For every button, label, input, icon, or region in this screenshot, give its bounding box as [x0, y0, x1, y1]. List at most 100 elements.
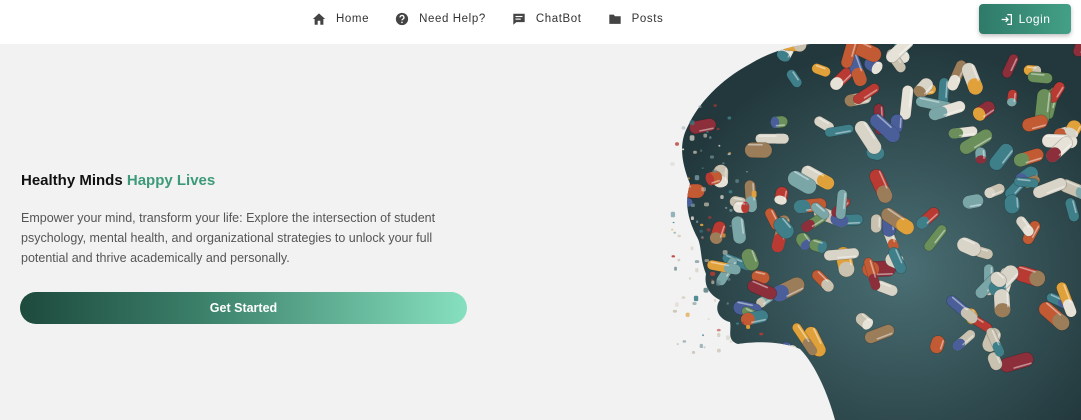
fragment — [700, 223, 704, 227]
pill — [744, 142, 773, 159]
main-nav: Home Need Help? ChatBot Posts — [312, 0, 689, 38]
pill — [777, 344, 799, 374]
pill — [682, 336, 704, 352]
fragment — [701, 187, 706, 192]
fragment — [696, 220, 699, 223]
login-icon — [1001, 13, 1012, 25]
pill-head-illustration — [670, 44, 1081, 420]
pill — [974, 146, 987, 164]
nav-label: ChatBot — [535, 13, 582, 25]
fragment — [717, 333, 721, 337]
fragment — [735, 179, 739, 183]
fragment — [704, 202, 709, 207]
top-navbar: Home Need Help? ChatBot Posts Login — [0, 0, 1081, 44]
fragment — [670, 162, 675, 166]
hero-title-main: Healthy Minds — [21, 172, 123, 189]
pill — [682, 94, 689, 125]
fragment — [713, 104, 717, 107]
fragment — [746, 171, 748, 173]
fragment — [727, 153, 731, 156]
hero-title-accent: Happy Lives — [126, 172, 216, 189]
fragment — [672, 221, 675, 224]
fragment — [725, 206, 728, 209]
fragment — [702, 334, 704, 337]
pill — [1027, 71, 1053, 84]
pill — [732, 201, 750, 214]
fragment — [691, 351, 696, 354]
fragment — [728, 190, 733, 194]
fragment — [722, 250, 728, 255]
fragment — [741, 321, 745, 324]
fragment — [704, 259, 710, 263]
fragment — [726, 302, 729, 305]
nav-item-need-help[interactable]: Need Help? — [395, 12, 486, 26]
pill — [770, 115, 789, 129]
fragment — [726, 335, 730, 340]
nav-item-posts[interactable]: Posts — [608, 12, 664, 26]
fragment — [694, 175, 700, 181]
fragment — [729, 224, 733, 228]
fragment — [689, 120, 695, 126]
fragment — [694, 260, 700, 264]
fragment — [703, 287, 709, 293]
pill — [993, 288, 1011, 318]
chat-icon — [513, 13, 525, 25]
fragment — [716, 127, 720, 131]
fragment — [676, 343, 679, 345]
fragment — [690, 203, 695, 208]
fragment — [691, 216, 694, 221]
nav-label: Posts — [631, 13, 664, 25]
fragment — [671, 255, 676, 258]
login-button[interactable]: Login — [979, 4, 1071, 34]
fragment — [682, 340, 687, 343]
fragment — [698, 105, 702, 108]
fragment — [688, 277, 692, 280]
fragment — [692, 302, 697, 306]
fragment — [759, 332, 764, 336]
fragment — [701, 167, 704, 169]
fragment — [706, 130, 709, 134]
fragment — [685, 312, 690, 317]
fragment — [745, 203, 748, 206]
fragment — [711, 280, 715, 285]
fragment — [717, 348, 721, 353]
fragment — [709, 136, 712, 139]
pill — [682, 341, 702, 361]
fragment — [711, 279, 714, 281]
pill — [682, 183, 705, 199]
fragment — [672, 309, 678, 313]
fragment — [693, 150, 697, 154]
fragment — [703, 346, 706, 349]
fragment — [670, 211, 676, 218]
fragment — [723, 171, 727, 176]
fragment — [712, 169, 718, 173]
fragment — [716, 328, 721, 332]
nav-item-chatbot[interactable]: ChatBot — [512, 12, 582, 26]
fragment — [699, 229, 704, 233]
fragment — [703, 133, 708, 138]
fragment — [710, 155, 714, 159]
fragment — [746, 325, 751, 329]
fragment — [675, 302, 679, 307]
hero-description: Empower your mind, transform your life: … — [21, 211, 436, 265]
nav-label: Need Help? — [419, 13, 486, 25]
fragment — [722, 233, 726, 238]
get-started-label: Get Started — [209, 301, 278, 315]
nav-item-home[interactable]: Home — [312, 12, 369, 26]
fragment — [722, 162, 725, 165]
fragment — [729, 209, 733, 212]
fragment — [682, 148, 685, 151]
fragment — [707, 318, 710, 321]
fragment — [681, 126, 686, 130]
fragment — [689, 135, 695, 141]
fragment — [710, 271, 716, 276]
fragment — [706, 228, 711, 232]
help-icon — [395, 12, 409, 26]
pill — [682, 304, 713, 317]
folder-icon — [608, 14, 621, 24]
get-started-button[interactable]: Get Started — [20, 292, 467, 324]
hero-image — [660, 44, 1081, 420]
fragment — [714, 299, 717, 302]
fragment — [708, 216, 712, 219]
fragment — [700, 149, 703, 152]
